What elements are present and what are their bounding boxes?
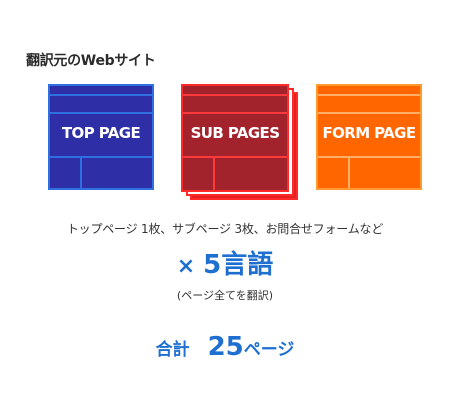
total-pages: 合計 25ページ bbox=[0, 332, 450, 362]
section-heading: 翻訳元のWebサイト bbox=[26, 53, 156, 69]
total-number: 25 bbox=[207, 332, 244, 362]
card-column-divider bbox=[348, 156, 350, 188]
top-page-label: TOP PAGE bbox=[61, 124, 141, 142]
card-content-line bbox=[318, 156, 420, 158]
card-nav-line bbox=[318, 112, 420, 114]
total-unit: ページ bbox=[243, 340, 295, 360]
card-header-line bbox=[50, 94, 152, 96]
form-page-label: FORM PAGE bbox=[322, 124, 416, 142]
language-multiplier: × 5言語 bbox=[0, 244, 450, 281]
card-content-line bbox=[50, 156, 152, 158]
total-label: 合計 bbox=[155, 340, 190, 360]
sub-pages-card: SUB PAGES bbox=[181, 84, 289, 192]
card-nav-line bbox=[50, 112, 152, 114]
card-header-line bbox=[183, 94, 287, 96]
card-header-line bbox=[318, 94, 420, 96]
card-nav-line bbox=[183, 112, 287, 114]
card-column-divider bbox=[80, 156, 82, 188]
page-count-description: トップページ 1枚、サブページ 3枚、お問合せフォームなど bbox=[66, 222, 384, 236]
translation-note: (ページ全てを翻訳) bbox=[176, 289, 274, 302]
language-count: 5言語 bbox=[203, 250, 274, 280]
card-column-divider bbox=[213, 156, 215, 190]
multiply-symbol: × bbox=[176, 254, 196, 279]
top-page-card: TOP PAGE bbox=[48, 84, 154, 190]
card-content-line bbox=[183, 156, 287, 158]
form-page-card: FORM PAGE bbox=[316, 84, 422, 190]
sub-pages-label: SUB PAGES bbox=[190, 124, 280, 142]
